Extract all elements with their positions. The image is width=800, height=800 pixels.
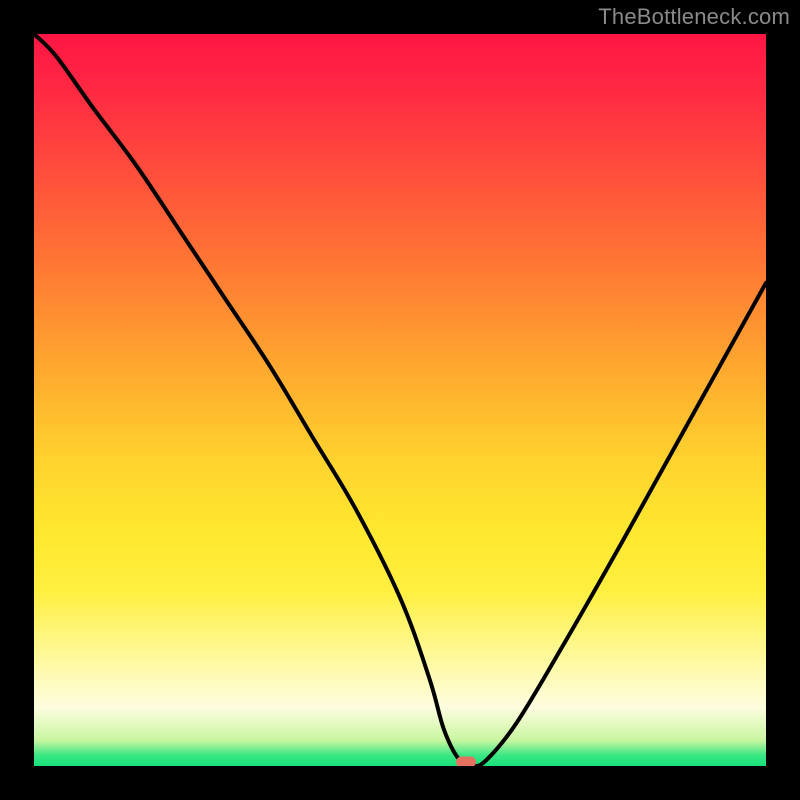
plot-area	[34, 34, 766, 766]
chart-frame: TheBottleneck.com	[0, 0, 800, 800]
watermark-text: TheBottleneck.com	[598, 4, 790, 30]
curve-svg	[34, 34, 766, 766]
trough-marker	[456, 756, 476, 766]
bottleneck-curve-path	[34, 34, 766, 766]
